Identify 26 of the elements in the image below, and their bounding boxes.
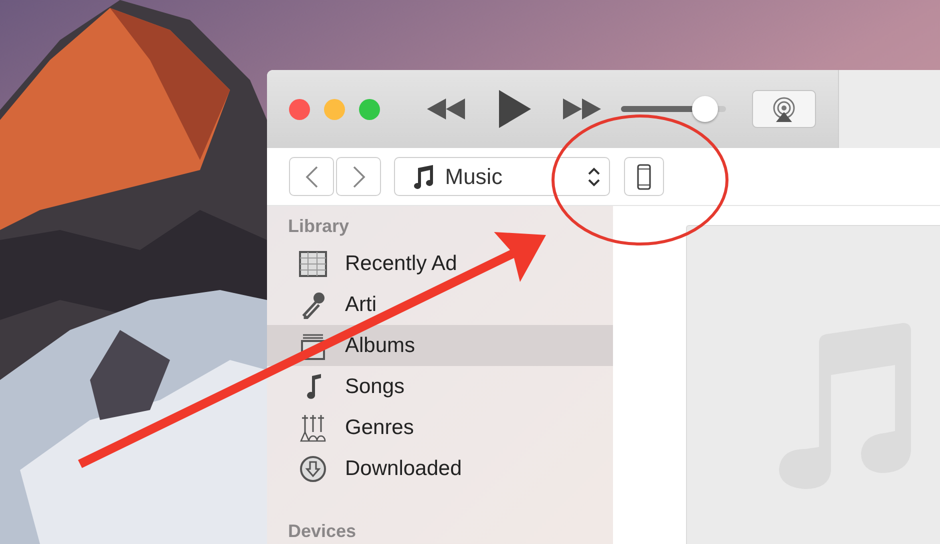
volume-slider[interactable] [621, 96, 726, 122]
forward-button[interactable] [336, 157, 381, 196]
music-note-icon [411, 164, 435, 190]
phone-icon [637, 164, 651, 190]
back-button[interactable] [289, 157, 334, 196]
rewind-icon[interactable] [427, 98, 465, 120]
source-label: Music [445, 164, 504, 190]
chevron-right-icon [352, 164, 366, 188]
sidebar-item[interactable]: Recently Ad [267, 243, 613, 284]
sidebar-item[interactable]: Genres [267, 407, 613, 448]
airplay-button[interactable] [752, 90, 816, 128]
airplay-icon [771, 96, 797, 122]
sidebar-item[interactable]: Songs [267, 366, 613, 407]
sidebar-item[interactable]: Arti [267, 284, 613, 325]
sidebar-item[interactable]: Albums [267, 325, 613, 366]
fast-forward-icon[interactable] [563, 98, 601, 120]
media-source-dropdown[interactable]: Music [394, 157, 610, 196]
chevron-left-icon [304, 164, 318, 188]
device-button[interactable] [624, 157, 664, 196]
grid-icon [299, 250, 327, 278]
section-heading: Devices [287, 520, 358, 543]
guitars-icon [299, 414, 327, 442]
sidebar-item[interactable]: Downloaded [267, 448, 613, 489]
download-icon [299, 454, 327, 482]
section-heading: Library [287, 215, 350, 238]
play-icon[interactable] [499, 90, 531, 128]
